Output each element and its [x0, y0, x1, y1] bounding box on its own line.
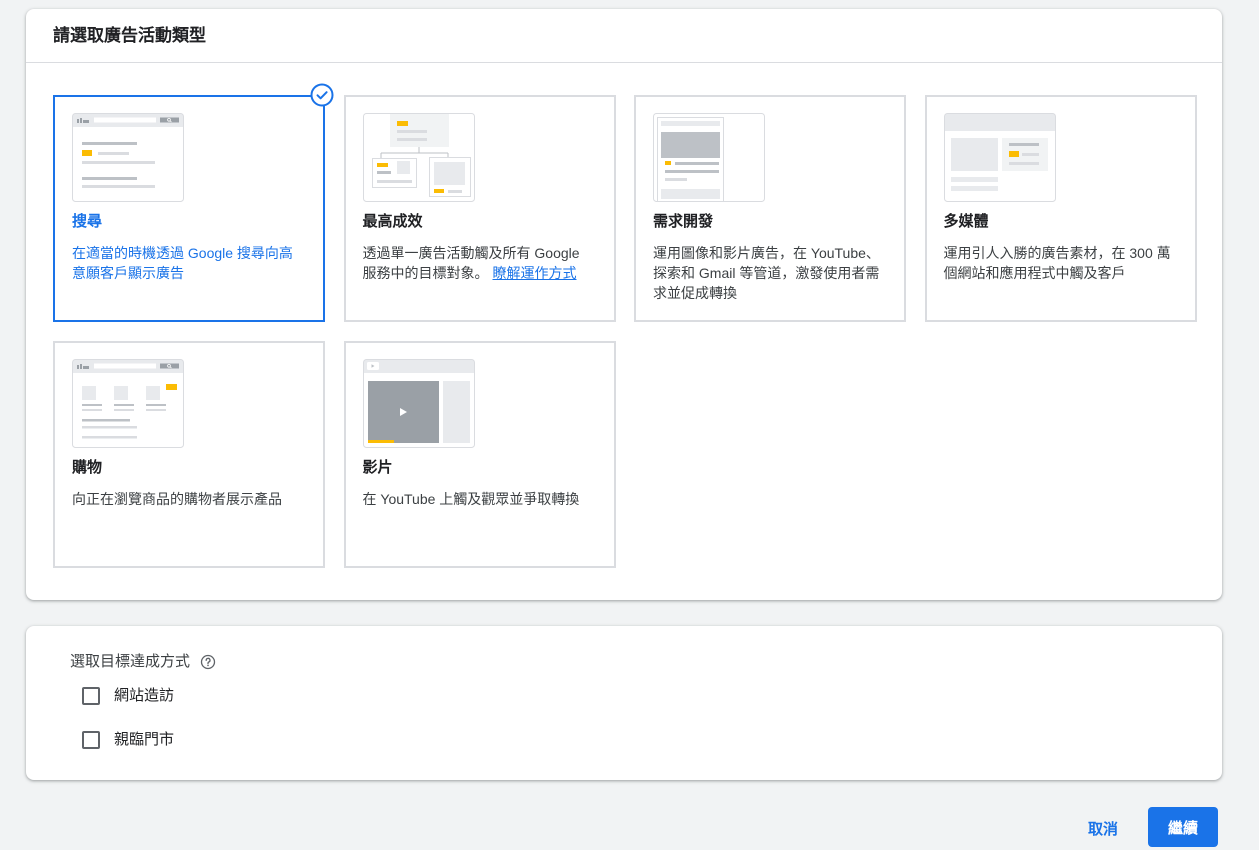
- website-visits-checkbox[interactable]: [82, 687, 100, 705]
- performance-max-illustration: [362, 113, 475, 202]
- campaign-type-card-demand-gen[interactable]: 需求開發 運用圖像和影片廣告，在 YouTube、探索和 Gmail 等管道，激…: [634, 95, 906, 322]
- goal-option-label: 親臨門市: [114, 731, 175, 748]
- campaign-type-title: 最高成效: [362, 213, 423, 230]
- campaign-type-card-shopping[interactable]: 購物 向正在瀏覽商品的購物者展示產品: [53, 341, 325, 568]
- campaign-type-title: 需求開發: [653, 213, 714, 230]
- learn-how-it-works-link[interactable]: 瞭解運作方式: [493, 265, 577, 281]
- goal-option-label: 網站造訪: [114, 687, 175, 704]
- campaign-type-description: 向正在瀏覽商品的購物者展示產品: [72, 491, 282, 507]
- store-visits-checkbox[interactable]: [82, 731, 100, 749]
- campaign-type-title: 購物: [72, 459, 103, 476]
- campaign-type-card-performance-max[interactable]: 最高成效 透過單一廣告活動觸及所有 Google 服務中的目標對象。 瞭解運作方式: [343, 95, 616, 322]
- goal-section-title: 選取目標達成方式: [70, 653, 191, 670]
- campaign-type-card-display[interactable]: 多媒體 運用引人入勝的廣告素材，在 300 萬個網站和應用程式中觸及客戶: [924, 95, 1197, 322]
- goal-selection-panel: 選取目標達成方式 網站造訪 親臨門市: [26, 626, 1222, 780]
- goal-section-header: 選取目標達成方式: [70, 652, 216, 672]
- campaign-type-card-video[interactable]: 影片 在 YouTube 上觸及觀眾並爭取轉換: [343, 341, 616, 568]
- campaign-type-title: 多媒體: [943, 213, 989, 230]
- campaign-type-description: 運用圖像和影片廣告，在 YouTube、探索和 Gmail 等管道，激發使用者需…: [653, 245, 880, 301]
- campaign-type-description: 在適當的時機透過 Google 搜尋向高意願客戶顯示廣告: [72, 245, 293, 281]
- panel-header: 請選取廣告活動類型: [26, 9, 1222, 63]
- demand-gen-illustration: [653, 113, 765, 202]
- cancel-button[interactable]: 取消: [1078, 808, 1128, 848]
- campaign-type-panel: 請選取廣告活動類型 搜尋 在適當的時機透過 Google 搜尋向高意願客戶顯示廣…: [26, 9, 1222, 600]
- search-ads-illustration: [72, 113, 184, 202]
- help-circle-icon[interactable]: [200, 654, 216, 670]
- display-ads-illustration: [943, 113, 1056, 202]
- campaign-type-title: 影片: [362, 459, 393, 476]
- page-title: 請選取廣告活動類型: [53, 25, 206, 45]
- campaign-type-card-search[interactable]: 搜尋 在適當的時機透過 Google 搜尋向高意願客戶顯示廣告: [53, 83, 334, 322]
- shopping-ads-illustration: [72, 359, 184, 448]
- campaign-type-grid: 搜尋 在適當的時機透過 Google 搜尋向高意願客戶顯示廣告 最高成效 透過單…: [53, 83, 1197, 568]
- campaign-type-title: 搜尋: [72, 213, 103, 230]
- continue-button[interactable]: 繼續: [1148, 807, 1218, 847]
- campaign-type-description: 透過單一廣告活動觸及所有 Google 服務中的目標對象。 瞭解運作方式: [363, 243, 595, 283]
- campaign-type-description: 在 YouTube 上觸及觀眾並爭取轉換: [362, 491, 580, 507]
- goal-option-store-visits[interactable]: 親臨門市: [82, 728, 174, 752]
- video-ads-illustration: [362, 359, 475, 448]
- goal-option-website-visits[interactable]: 網站造訪: [82, 684, 174, 708]
- check-circle-icon: [310, 83, 334, 107]
- campaign-type-description: 運用引人入勝的廣告素材，在 300 萬個網站和應用程式中觸及客戶: [943, 245, 1171, 281]
